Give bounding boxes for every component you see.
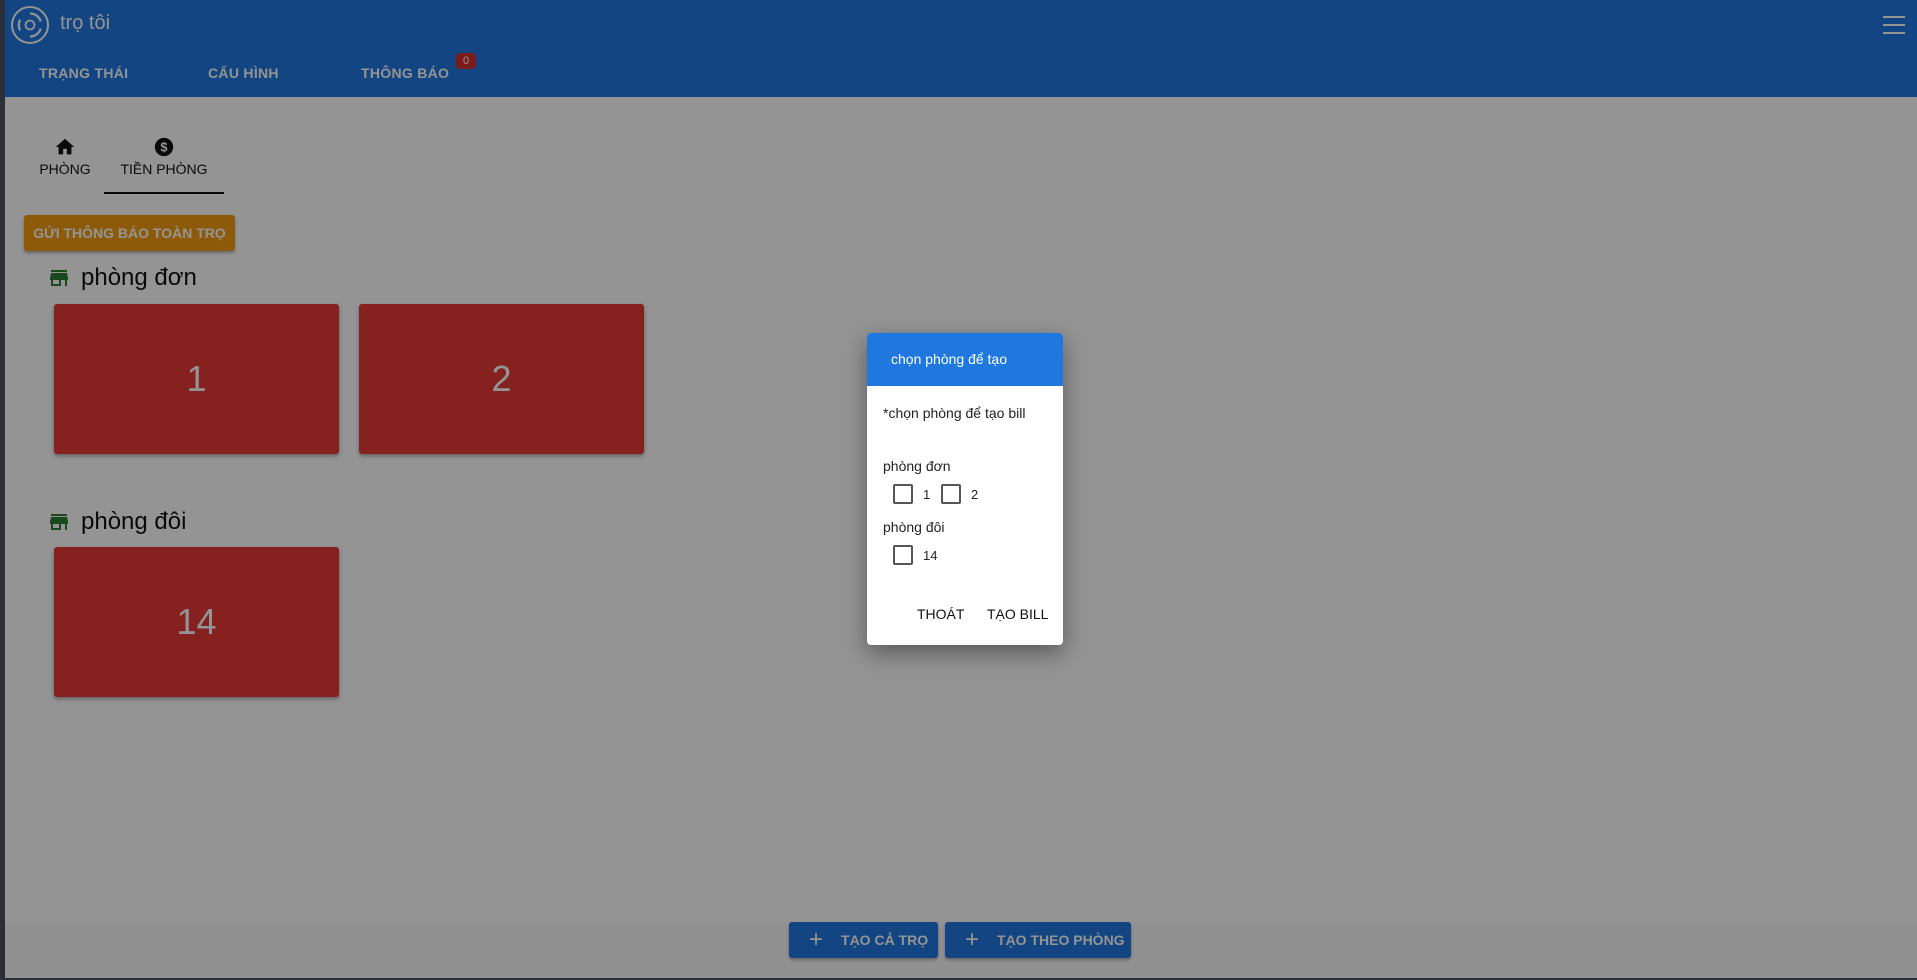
checkbox[interactable] [941,484,961,504]
checkbox[interactable] [893,545,913,565]
checkbox[interactable] [893,484,913,504]
dialog-note: *chọn phòng để tạo bill [883,405,1026,421]
room-checkbox-1[interactable]: 1 [893,484,930,504]
cancel-button[interactable]: THOÁT [917,606,964,622]
room-selection-dialog: chọn phòng để tạo *chọn phòng để tạo bil… [867,333,1063,645]
dialog-title: chọn phòng để tạo [867,333,1063,386]
room-checkbox-14[interactable]: 14 [893,545,937,565]
dialog-group-title: phòng đôi [883,519,945,535]
room-checkbox-2[interactable]: 2 [941,484,978,504]
create-bill-button[interactable]: TẠO BILL [987,606,1048,622]
dialog-group-title: phòng đơn [883,458,951,474]
app-window: trọ tôi TRẠNG THÁI CẤU HÌNH THÔNG BÁO 0 … [5,0,1917,978]
